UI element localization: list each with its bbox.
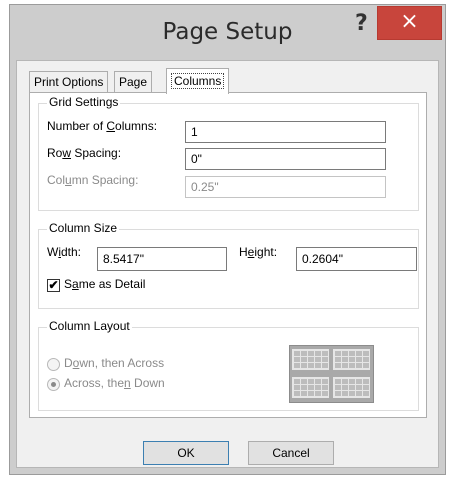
preview-cell bbox=[292, 349, 329, 370]
height-label: Height: bbox=[239, 245, 278, 259]
number-of-columns-label: Number of Columns: bbox=[47, 119, 158, 133]
close-icon: × bbox=[400, 9, 419, 34]
title-bar[interactable]: Page Setup ? × bbox=[10, 5, 445, 61]
tab-page[interactable]: Page bbox=[114, 71, 153, 93]
across-then-down-radio[interactable] bbox=[47, 378, 60, 391]
grid-settings-legend: Grid Settings bbox=[47, 95, 121, 109]
tab-columns-label: Columns bbox=[171, 73, 225, 89]
row-spacing-input[interactable]: 0" bbox=[185, 148, 386, 170]
same-as-detail-checkbox[interactable]: ✔ bbox=[47, 279, 60, 292]
cancel-button[interactable]: Cancel bbox=[248, 441, 334, 465]
preview-cell bbox=[292, 377, 329, 398]
tab-print-options[interactable]: Print Options bbox=[29, 71, 109, 93]
number-of-columns-input[interactable]: 1 bbox=[185, 121, 386, 143]
columns-tab-panel: Grid Settings Number of Columns: 1 Row S… bbox=[29, 92, 427, 418]
column-layout-preview-icon bbox=[289, 345, 374, 403]
help-icon[interactable]: ? bbox=[355, 11, 368, 36]
column-size-legend: Column Size bbox=[47, 221, 120, 235]
across-then-down-label[interactable]: Across, then Down bbox=[64, 376, 165, 390]
column-spacing-input[interactable]: 0.25" bbox=[185, 176, 386, 198]
column-layout-legend: Column Layout bbox=[47, 319, 132, 333]
down-then-across-radio[interactable] bbox=[47, 358, 60, 371]
tab-columns[interactable]: Columns bbox=[166, 68, 230, 94]
height-input[interactable]: 0.2604" bbox=[296, 247, 417, 271]
column-spacing-label: Column Spacing: bbox=[47, 173, 139, 187]
width-label: Width: bbox=[47, 245, 82, 259]
radio-selected-dot bbox=[51, 382, 56, 387]
dialog-client-area: Print Options Page Columns Grid Settings… bbox=[16, 60, 439, 468]
grid-settings-group: Grid Settings Number of Columns: 1 Row S… bbox=[38, 95, 419, 211]
close-button[interactable]: × bbox=[377, 6, 442, 40]
column-size-group: Column Size Width: 8.5417" Height: 0.260… bbox=[38, 221, 419, 309]
preview-cell bbox=[333, 349, 370, 370]
page-setup-dialog: Page Setup ? × Print Options Page Column… bbox=[9, 4, 446, 475]
row-spacing-label: Row Spacing: bbox=[47, 146, 122, 160]
width-input[interactable]: 8.5417" bbox=[97, 247, 227, 271]
down-then-across-label[interactable]: Down, then Across bbox=[64, 356, 164, 370]
preview-cell bbox=[333, 377, 370, 398]
same-as-detail-label[interactable]: Same as Detail bbox=[64, 277, 145, 291]
ok-button[interactable]: OK bbox=[143, 441, 229, 465]
column-layout-group: Column Layout Down, then Across Across, … bbox=[38, 319, 419, 411]
